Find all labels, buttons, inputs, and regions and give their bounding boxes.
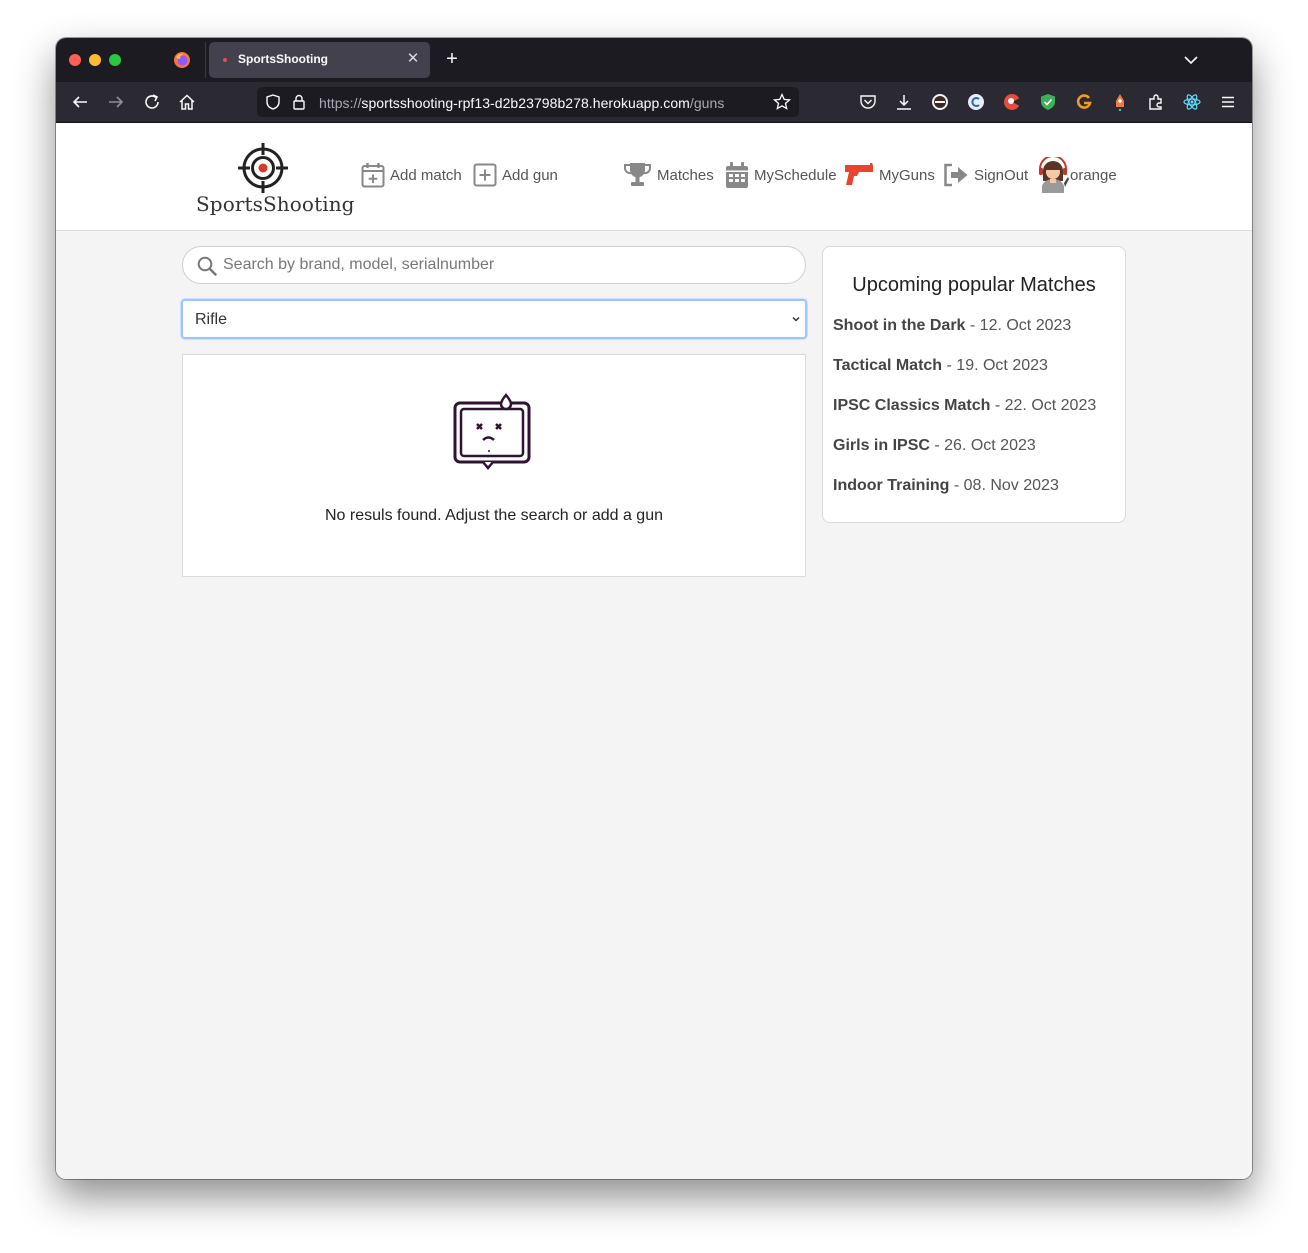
chevron-down-icon [792, 316, 800, 322]
match-item[interactable]: IPSC Classics Match - 22. Oct 2023 [833, 397, 1096, 415]
match-name[interactable]: Indoor Training [833, 477, 949, 494]
site-header: SportsShooting Add match Add gun Matches… [56, 123, 1252, 231]
browser-toolbar: https://sportsshooting-rpf13-d2b23798b27… [56, 82, 1252, 123]
home-button[interactable] [175, 90, 199, 114]
gun-type-select-value: Rifle [195, 311, 228, 328]
match-date: - 08. Nov 2023 [949, 477, 1059, 494]
menu-icon[interactable] [1218, 92, 1238, 112]
nav-matches-label: Matches [657, 166, 714, 184]
match-name[interactable]: Shoot in the Dark [833, 317, 965, 334]
results-panel: No resuls found. Adjust the search or ad… [182, 354, 806, 577]
nav-add-gun[interactable]: Add gun [473, 159, 558, 191]
nav-my-schedule[interactable]: MySchedule [725, 159, 837, 191]
tab-sportsshooting[interactable]: SportsShooting ✕ [209, 42, 430, 78]
bookmark-star-icon[interactable] [773, 93, 791, 111]
upcoming-matches-panel: Upcoming popular Matches Shoot in the Da… [822, 246, 1126, 523]
nav-user[interactable]: orange [1037, 157, 1117, 193]
download-icon[interactable] [894, 92, 914, 112]
calendar-icon [726, 161, 748, 188]
tab-close-icon[interactable]: ✕ [404, 50, 422, 68]
forward-button[interactable] [104, 90, 128, 114]
nav-my-guns-label: MyGuns [879, 166, 935, 184]
plus-square-icon [473, 163, 497, 187]
match-date: - 26. Oct 2023 [929, 437, 1036, 454]
crosshair-logo-icon[interactable] [238, 143, 288, 193]
extension-pacman-icon[interactable] [1002, 92, 1022, 112]
match-date: - 19. Oct 2023 [942, 357, 1048, 374]
tab-favicon-icon [223, 58, 227, 62]
nav-user-label: orange [1070, 166, 1117, 184]
nav-add-gun-label: Add gun [502, 166, 558, 184]
search-icon [197, 256, 217, 276]
logo-text[interactable]: SportsShooting [196, 192, 355, 216]
tab-bar: SportsShooting ✕ + [56, 38, 1252, 82]
url-scheme: https:// [319, 95, 362, 111]
calendar-plus-icon [361, 163, 385, 188]
sign-out-icon [944, 163, 968, 187]
nav-my-schedule-label: MySchedule [754, 166, 837, 184]
nav-sign-out-label: SignOut [974, 166, 1029, 184]
page: SportsShooting Add match Add gun Matches… [56, 123, 1252, 1179]
match-item[interactable]: Indoor Training - 08. Nov 2023 [833, 477, 1059, 495]
match-date: - 22. Oct 2023 [990, 397, 1097, 414]
pocket-icon[interactable] [858, 92, 878, 112]
extension-avatar-icon[interactable] [930, 92, 950, 112]
nav-add-match[interactable]: Add match [361, 159, 462, 191]
home-icon [179, 94, 195, 110]
trophy-icon [624, 163, 651, 186]
browser-window: SportsShooting ✕ + https://sportsshootin… [56, 38, 1252, 1179]
pistol-icon [845, 163, 873, 185]
url-path: /guns [689, 95, 725, 111]
extension-c-icon[interactable] [966, 92, 986, 112]
gun-type-select[interactable]: Rifle [181, 299, 807, 339]
nav-matches[interactable]: Matches [623, 159, 714, 191]
match-item[interactable]: Shoot in the Dark - 12. Oct 2023 [833, 317, 1071, 335]
nav-sign-out[interactable]: SignOut [943, 159, 1028, 191]
match-name[interactable]: IPSC Classics Match [833, 397, 990, 414]
sidebar-title: Upcoming popular Matches [852, 274, 1096, 296]
match-item[interactable]: Girls in IPSC - 26. Oct 2023 [833, 437, 1036, 455]
match-date: - 12. Oct 2023 [965, 317, 1072, 334]
nav-add-match-label: Add match [390, 166, 462, 184]
react-devtools-icon[interactable] [1182, 92, 1202, 112]
match-item[interactable]: Tactical Match - 19. Oct 2023 [833, 357, 1048, 375]
match-name[interactable]: Girls in IPSC [833, 437, 930, 454]
close-window-button[interactable] [69, 54, 81, 66]
url-text[interactable]: https://sportsshooting-rpf13-d2b23798b27… [319, 95, 724, 111]
reload-button[interactable] [140, 90, 164, 114]
search-box[interactable] [182, 246, 806, 284]
extensions-puzzle-icon[interactable] [1146, 92, 1166, 112]
chevron-down-icon[interactable] [1182, 51, 1200, 69]
nav-my-guns[interactable]: MyGuns [844, 159, 935, 191]
extension-g-icon[interactable] [1074, 92, 1094, 112]
url-host: sportsshooting-rpf13-d2b23798b278.heroku… [361, 95, 690, 111]
empty-results-message: No resuls found. Adjust the search or ad… [325, 507, 663, 524]
back-button[interactable] [68, 90, 92, 114]
reload-icon [145, 94, 159, 109]
arrow-left-icon [72, 96, 87, 108]
user-avatar-icon [1039, 157, 1069, 193]
shield-check-icon[interactable] [1038, 92, 1058, 112]
firefox-icon[interactable] [173, 51, 191, 69]
tab-title: SportsShooting [238, 52, 328, 66]
search-input[interactable] [223, 247, 793, 283]
sad-screen-icon [453, 393, 531, 470]
tab-separator [205, 42, 206, 78]
maximize-window-button[interactable] [109, 54, 121, 66]
address-bar[interactable]: https://sportsshooting-rpf13-d2b23798b27… [257, 87, 799, 117]
match-name[interactable]: Tactical Match [833, 357, 942, 374]
extension-rocket-icon[interactable] [1110, 92, 1130, 112]
shield-icon[interactable] [265, 94, 281, 110]
new-tab-button[interactable]: + [442, 49, 462, 69]
lock-icon[interactable] [292, 94, 306, 110]
arrow-right-icon [109, 96, 124, 108]
minimize-window-button[interactable] [89, 54, 101, 66]
